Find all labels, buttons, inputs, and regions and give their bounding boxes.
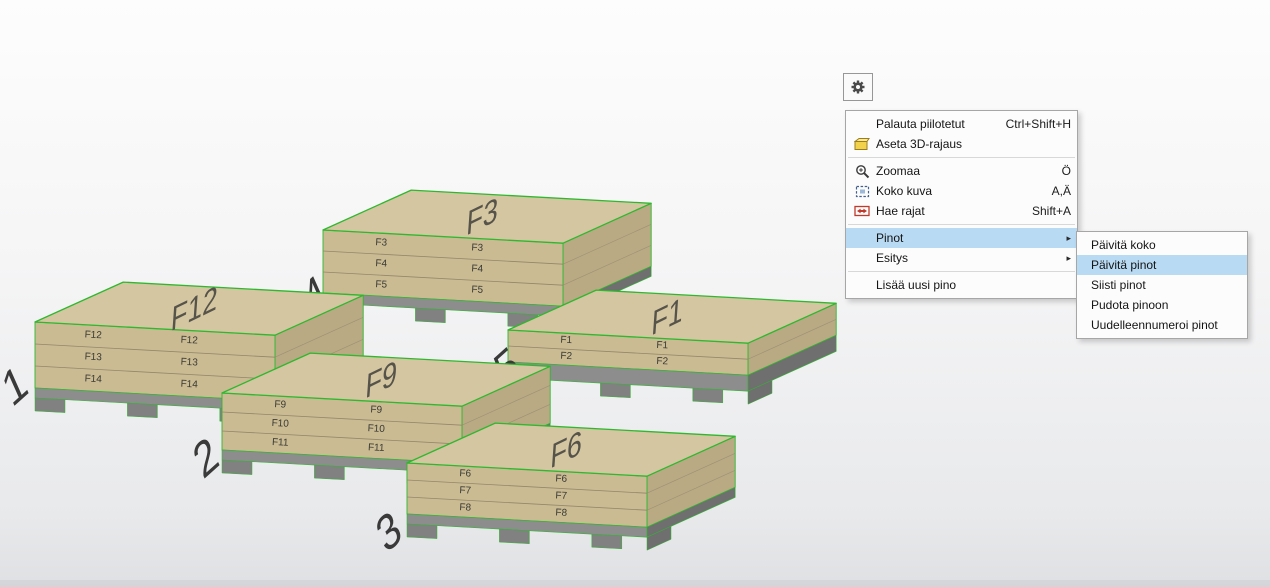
pallet-foot [314, 465, 344, 480]
menu-item-label: Palauta piilotetut [874, 117, 990, 131]
submenu-item-siisti-pinot[interactable]: Siisti pinot [1077, 275, 1247, 295]
layer-label: F2 [560, 351, 573, 363]
menu-separator [848, 157, 1075, 158]
submenu-item-pudota-pinoon[interactable]: Pudota pinoon [1077, 295, 1247, 315]
no-icon [850, 116, 874, 132]
layer-label: F7 [555, 490, 568, 502]
submenu-item-label: Päivitä koko [1081, 238, 1241, 252]
layer-label: F3 [375, 237, 388, 249]
layer-label: F14 [84, 373, 102, 385]
menu-item-shortcut: Ctrl+Shift+H [1006, 117, 1071, 131]
layer-label: F4 [375, 258, 388, 270]
pallet-foot [592, 534, 622, 549]
zoom-icon [850, 163, 874, 179]
context-menu: Palauta piilotetut Ctrl+Shift+H Aseta 3D-r… [845, 110, 1078, 299]
layer-label: F13 [180, 357, 198, 369]
menu-item-lisaa-uusi-pino[interactable]: Lisää uusi pino [846, 275, 1077, 295]
menu-item-aseta-3d-rajaus[interactable]: Aseta 3D-rajaus [846, 134, 1077, 154]
menu-separator [848, 224, 1075, 225]
stack-number-label: 3 [369, 499, 408, 563]
stack-number-label: 2 [186, 425, 225, 489]
submenu-item-label: Päivitä pinot [1081, 258, 1241, 272]
layer-label: F10 [271, 418, 289, 430]
layer-label: F11 [368, 442, 385, 454]
stack-number-label: 1 [0, 353, 34, 417]
pallet-foot [222, 460, 252, 475]
menu-item-shortcut: Ö [1062, 164, 1071, 178]
menu-item-esitys[interactable]: Esitys▸ [846, 248, 1077, 268]
submenu-item-label: Pudota pinoon [1081, 298, 1241, 312]
settings-button[interactable] [843, 73, 873, 101]
menu-item-koko-kuva[interactable]: Koko kuva A,Ä [846, 181, 1077, 201]
app-canvas: F3F3F3F4F4F5F54F12F12F12F13F13F14F141F1F… [0, 0, 1270, 587]
menu-item-label: Hae rajat [874, 204, 1016, 218]
pallet-foot [407, 524, 437, 539]
get-bounds-icon [850, 203, 874, 219]
submenu-item-label: Uudelleennumeroi pinot [1081, 318, 1241, 332]
layer-label: F5 [375, 279, 388, 291]
layer-label: F9 [274, 399, 287, 411]
menu-item-zoomaa[interactable]: Zoomaa Ö [846, 161, 1077, 181]
layer-label: F6 [459, 468, 472, 480]
layer-label: F9 [370, 404, 383, 416]
submenu-item-paivita-pinot[interactable]: Päivitä pinot [1077, 255, 1247, 275]
menu-item-shortcut: A,Ä [1052, 184, 1071, 198]
menu-item-label: Aseta 3D-rajaus [874, 137, 1071, 151]
submenu-item-label: Siisti pinot [1081, 278, 1241, 292]
layer-label: F2 [656, 356, 669, 368]
pallet-foot [127, 403, 157, 418]
layer-label: F12 [84, 329, 102, 341]
layer-label: F3 [471, 242, 484, 254]
pallet-foot [499, 529, 529, 544]
pinot-submenu: Päivitä koko Päivitä pinot Siisti pinot Pud… [1076, 231, 1248, 339]
submenu-item-paivita-koko[interactable]: Päivitä koko [1077, 235, 1247, 255]
layer-label: F10 [367, 423, 385, 435]
layer-label: F12 [180, 335, 198, 347]
layer-label: F4 [471, 263, 484, 275]
submenu-item-uudelleennumeroi-pinot[interactable]: Uudelleennumeroi pinot [1077, 315, 1247, 335]
pallet-foot [415, 308, 445, 323]
no-icon [850, 277, 874, 293]
menu-item-label: Esitys [874, 251, 1060, 265]
menu-item-hae-rajat[interactable]: Hae rajat Shift+A [846, 201, 1077, 221]
pallet-foot [35, 398, 65, 413]
layer-label: F8 [555, 507, 568, 519]
layer-label: F1 [560, 335, 573, 347]
no-icon [850, 250, 874, 266]
3d-clip-icon [850, 136, 874, 152]
layer-label: F5 [471, 284, 484, 296]
submenu-arrow-icon: ▸ [1060, 253, 1071, 264]
layer-label: F1 [656, 340, 669, 352]
menu-item-palauta-piilotetut[interactable]: Palauta piilotetut Ctrl+Shift+H [846, 114, 1077, 134]
menu-item-pinot[interactable]: Pinot▸ [846, 228, 1077, 248]
menu-item-shortcut: Shift+A [1032, 204, 1071, 218]
fit-view-icon [850, 183, 874, 199]
layer-label: F7 [459, 485, 472, 497]
menu-item-label: Lisää uusi pino [874, 278, 1071, 292]
layer-label: F14 [180, 379, 198, 391]
gear-icon [850, 79, 866, 95]
layer-label: F8 [459, 502, 472, 514]
menu-item-label: Koko kuva [874, 184, 1036, 198]
layer-label: F6 [555, 473, 568, 485]
layer-label: F11 [272, 437, 289, 449]
layer-label: F13 [84, 351, 102, 363]
no-icon [850, 230, 874, 246]
menu-separator [848, 271, 1075, 272]
window-bottom-edge [0, 580, 1270, 587]
menu-item-label: Zoomaa [874, 164, 1046, 178]
pallet-foot [693, 388, 723, 403]
pallet-foot [600, 383, 630, 398]
menu-item-label: Pinot [874, 231, 1060, 245]
submenu-arrow-icon: ▸ [1060, 233, 1071, 244]
